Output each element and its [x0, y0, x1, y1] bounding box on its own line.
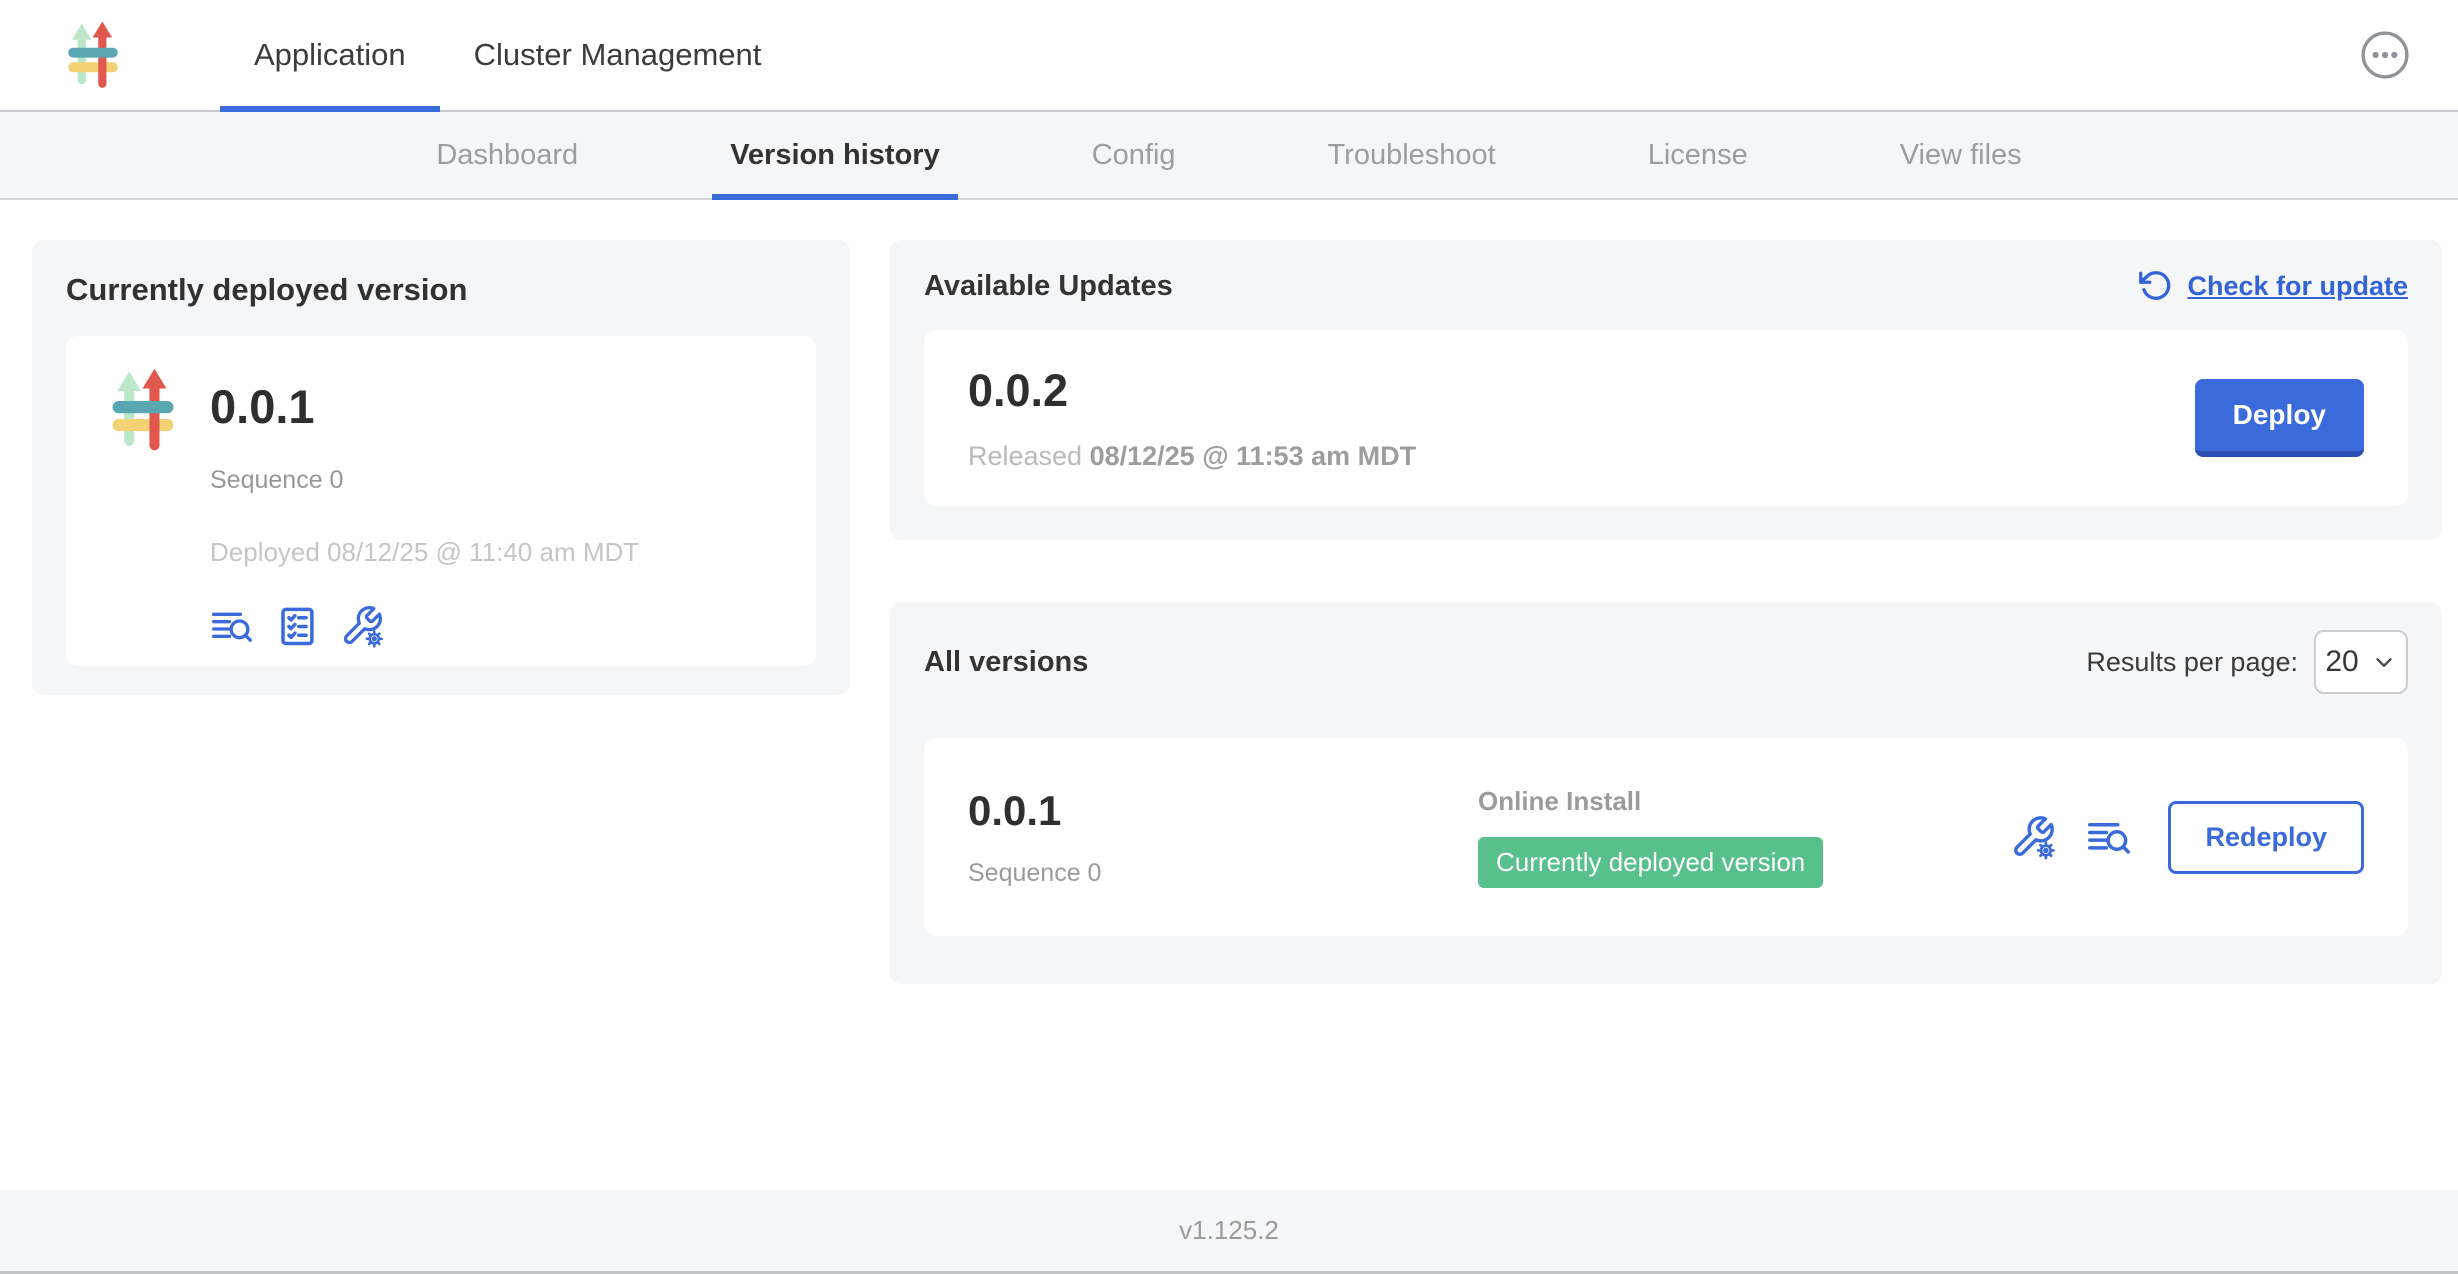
chevron-down-icon [2371, 649, 2397, 675]
version-history-page: Application Cluster Management [0, 0, 2458, 1274]
right-column: Available Updates Check for update [890, 240, 2442, 984]
all-versions-title: All versions [924, 646, 1088, 679]
redeploy-button[interactable]: Redeploy [2168, 801, 2364, 874]
all-versions-card: All versions Results per page: 20 [890, 602, 2442, 984]
deployed-timestamp: Deployed 08/12/25 @ 11:40 am MDT [210, 537, 639, 568]
tab-view-files[interactable]: View files [1882, 112, 2040, 198]
version-row: 0.0.1 Sequence 0 Online Install Currentl… [924, 738, 2408, 936]
tab-troubleshoot[interactable]: Troubleshoot [1310, 112, 1514, 198]
currently-deployed-badge: Currently deployed version [1478, 837, 1823, 888]
tab-license-label: License [1648, 139, 1748, 172]
available-updates-title: Available Updates [924, 270, 1173, 303]
top-nav-tabs: Application Cluster Management [220, 0, 795, 110]
row-sequence: Sequence 0 [968, 859, 1478, 888]
tab-application[interactable]: Application [220, 0, 440, 110]
tab-dashboard-label: Dashboard [436, 139, 578, 172]
tab-application-label: Application [254, 37, 406, 73]
results-per-page-select[interactable]: 20 [2314, 630, 2408, 694]
update-version-number: 0.0.2 [968, 365, 1416, 417]
top-nav: Application Cluster Management [0, 0, 2458, 112]
app-sub-nav: Dashboard Version history Config Trouble… [0, 112, 2458, 200]
tab-config-label: Config [1092, 139, 1176, 172]
deployed-sequence: Sequence 0 [210, 466, 639, 495]
tab-version-history[interactable]: Version history [712, 112, 958, 198]
released-prefix: Released [968, 441, 1082, 471]
tab-config[interactable]: Config [1074, 112, 1194, 198]
logs-icon[interactable] [210, 606, 254, 646]
deploy-button[interactable]: Deploy [2195, 379, 2364, 457]
footer: v1.125.2 [0, 1190, 2458, 1274]
preflight-checklist-icon[interactable] [276, 605, 318, 647]
deployed-actions [210, 604, 639, 648]
tab-version-history-label: Version history [730, 139, 940, 172]
tab-troubleshoot-label: Troubleshoot [1328, 139, 1496, 172]
row-version-number: 0.0.1 [968, 787, 1478, 835]
app-logo [58, 0, 128, 110]
main-content: Currently deployed version [0, 200, 2458, 984]
app-logo-icon [58, 17, 128, 93]
tab-cluster-management[interactable]: Cluster Management [440, 0, 796, 110]
released-timestamp: 08/12/25 @ 11:53 am MDT [1090, 441, 1417, 471]
tab-view-files-label: View files [1900, 139, 2022, 172]
tab-license[interactable]: License [1630, 112, 1766, 198]
install-type-label: Online Install [1478, 786, 2010, 817]
check-for-update-label: Check for update [2187, 271, 2408, 302]
logs-icon[interactable] [2086, 816, 2132, 858]
currently-deployed-title: Currently deployed version [66, 272, 816, 308]
results-per-page-label: Results per page: [2086, 647, 2298, 678]
available-updates-card: Available Updates Check for update [890, 240, 2442, 540]
app-logo-icon [100, 364, 186, 638]
deployed-version-panel: 0.0.1 Sequence 0 Deployed 08/12/25 @ 11:… [66, 336, 816, 666]
results-per-page-value: 20 [2325, 645, 2358, 679]
overflow-menu-button[interactable] [2360, 30, 2410, 80]
ellipsis-icon [2360, 30, 2410, 80]
console-version: v1.125.2 [1179, 1215, 1279, 1246]
config-wrench-gear-icon[interactable] [340, 604, 384, 648]
currently-deployed-card: Currently deployed version [32, 240, 850, 695]
tab-dashboard[interactable]: Dashboard [418, 112, 596, 198]
tab-cluster-management-label: Cluster Management [474, 37, 762, 73]
deployed-version-number: 0.0.1 [210, 364, 639, 450]
config-wrench-gear-icon[interactable] [2010, 814, 2056, 860]
refresh-icon [2137, 268, 2173, 304]
update-row: 0.0.2 Released 08/12/25 @ 11:53 am MDT D… [924, 330, 2408, 506]
check-for-update-link[interactable]: Check for update [2137, 268, 2408, 304]
